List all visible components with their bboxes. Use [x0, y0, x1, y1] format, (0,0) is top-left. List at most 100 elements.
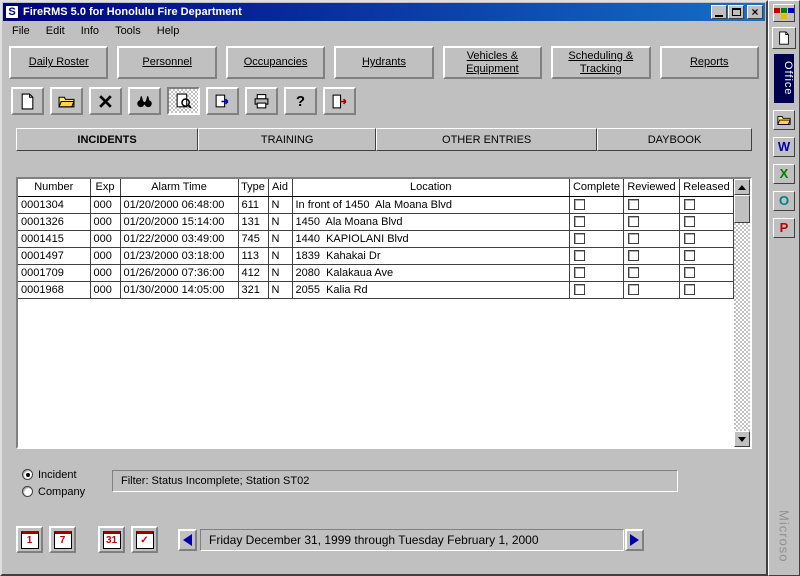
- header-location[interactable]: Location: [292, 179, 570, 196]
- table-row[interactable]: 000130400001/20/2000 06:48:00611NIn fron…: [18, 196, 734, 213]
- scroll-up-button[interactable]: [734, 179, 750, 195]
- cell-number: 0001304: [18, 196, 90, 213]
- tab-daybook[interactable]: DAYBOOK: [597, 128, 752, 151]
- complete-checkbox[interactable]: [574, 233, 585, 244]
- scheduling-tracking-button[interactable]: Scheduling & Tracking: [551, 46, 650, 79]
- office-bar-title[interactable]: Office: [774, 54, 794, 103]
- print-preview-button[interactable]: [167, 87, 200, 115]
- exit-button[interactable]: [323, 87, 356, 115]
- complete-checkbox[interactable]: [574, 216, 585, 227]
- cell-complete: [570, 281, 624, 298]
- menu-item-help[interactable]: Help: [149, 23, 188, 39]
- occupancies-button[interactable]: Occupancies: [226, 46, 325, 79]
- daily-roster-button[interactable]: Daily Roster: [9, 46, 108, 79]
- reviewed-checkbox[interactable]: [628, 216, 639, 227]
- day-view-button[interactable]: 1: [16, 526, 43, 553]
- week-view-icon: 7: [54, 531, 72, 549]
- custom-range-button[interactable]: ✓: [131, 526, 158, 553]
- tab-incidents[interactable]: INCIDENTS: [16, 128, 198, 151]
- released-checkbox[interactable]: [684, 216, 695, 227]
- released-checkbox[interactable]: [684, 233, 695, 244]
- reviewed-checkbox[interactable]: [628, 284, 639, 295]
- tab-strip: INCIDENTS TRAINING OTHER ENTRIES DAYBOOK: [16, 128, 752, 151]
- close-button[interactable]: ×: [747, 5, 763, 19]
- office-logo-icon[interactable]: [773, 4, 795, 22]
- table-row[interactable]: 000132600001/20/2000 15:14:00131N1450 Al…: [18, 213, 734, 230]
- header-released[interactable]: Released: [680, 179, 734, 196]
- header-complete[interactable]: Complete: [570, 179, 624, 196]
- cell-aid: N: [268, 230, 292, 247]
- right-arrow-icon: [630, 534, 639, 546]
- radio-company[interactable]: Company: [22, 483, 112, 500]
- table-row[interactable]: 000149700001/23/2000 03:18:00113N1839 Ka…: [18, 247, 734, 264]
- month-view-button[interactable]: 31: [98, 526, 125, 553]
- table-row[interactable]: 000196800001/30/2000 14:05:00321N2055 Ka…: [18, 281, 734, 298]
- released-checkbox[interactable]: [684, 250, 695, 261]
- company-radio-icon[interactable]: [22, 486, 33, 497]
- menu-item-info[interactable]: Info: [73, 23, 107, 39]
- table-row[interactable]: 000141500001/22/2000 03:49:00745N1440 KA…: [18, 230, 734, 247]
- open-button[interactable]: [50, 87, 83, 115]
- previous-period-button[interactable]: [178, 529, 197, 551]
- personnel-button[interactable]: Personnel: [117, 46, 216, 79]
- complete-checkbox[interactable]: [574, 284, 585, 295]
- new-document-icon: [19, 93, 36, 110]
- help-button[interactable]: ?: [284, 87, 317, 115]
- screen: S FireRMS 5.0 for Honolulu Fire Departme…: [0, 0, 800, 576]
- scroll-down-icon: [738, 437, 746, 446]
- released-checkbox[interactable]: [684, 267, 695, 278]
- excel-icon[interactable]: X: [773, 164, 795, 184]
- word-icon[interactable]: W: [773, 137, 795, 157]
- header-alarm-time[interactable]: Alarm Time: [120, 179, 238, 196]
- print-preview-icon: [175, 93, 192, 110]
- cell-reviewed: [624, 230, 680, 247]
- complete-checkbox[interactable]: [574, 199, 585, 210]
- reviewed-checkbox[interactable]: [628, 250, 639, 261]
- radio-incident[interactable]: Incident: [22, 466, 112, 483]
- date-range-text: Friday December 31, 1999 through Tuesday…: [209, 533, 539, 547]
- hydrants-button[interactable]: Hydrants: [334, 46, 433, 79]
- vertical-scrollbar[interactable]: [734, 179, 750, 447]
- menu-item-edit[interactable]: Edit: [38, 23, 73, 39]
- tab-training[interactable]: TRAINING: [198, 128, 376, 151]
- outlook-icon[interactable]: O: [773, 191, 795, 211]
- app-window: S FireRMS 5.0 for Honolulu Fire Departme…: [0, 0, 768, 576]
- header-type[interactable]: Type: [238, 179, 268, 196]
- table-row[interactable]: 000170900001/26/2000 07:36:00412N2080 Ka…: [18, 264, 734, 281]
- scroll-down-button[interactable]: [734, 431, 750, 447]
- header-number[interactable]: Number: [18, 179, 90, 196]
- delete-icon: [97, 93, 114, 110]
- tab-other-entries[interactable]: OTHER ENTRIES: [376, 128, 597, 151]
- next-period-button[interactable]: [625, 529, 644, 551]
- new-button[interactable]: [11, 87, 44, 115]
- week-view-button[interactable]: 7: [49, 526, 76, 553]
- cell-location: 1839 Kahakai Dr: [292, 247, 570, 264]
- released-checkbox[interactable]: [684, 284, 695, 295]
- complete-checkbox[interactable]: [574, 267, 585, 278]
- office-new-document-button[interactable]: [772, 27, 796, 49]
- minimize-button[interactable]: [711, 5, 727, 19]
- cell-reviewed: [624, 281, 680, 298]
- maximize-button[interactable]: [728, 5, 744, 19]
- header-reviewed[interactable]: Reviewed: [624, 179, 680, 196]
- menu-item-file[interactable]: File: [4, 23, 38, 39]
- vehicles-equipment-button[interactable]: Vehicles & Equipment: [443, 46, 542, 79]
- header-exp[interactable]: Exp: [90, 179, 120, 196]
- powerpoint-icon[interactable]: P: [773, 218, 795, 238]
- office-open-document-button[interactable]: [773, 110, 795, 130]
- scroll-thumb[interactable]: [734, 195, 750, 223]
- delete-button[interactable]: [89, 87, 122, 115]
- print-button[interactable]: [245, 87, 278, 115]
- find-button[interactable]: [128, 87, 161, 115]
- menu-item-tools[interactable]: Tools: [107, 23, 149, 39]
- reviewed-checkbox[interactable]: [628, 199, 639, 210]
- transfer-button[interactable]: [206, 87, 239, 115]
- header-aid[interactable]: Aid: [268, 179, 292, 196]
- reviewed-checkbox[interactable]: [628, 233, 639, 244]
- reviewed-checkbox[interactable]: [628, 267, 639, 278]
- complete-checkbox[interactable]: [574, 250, 585, 261]
- incident-radio-icon[interactable]: [22, 469, 33, 480]
- released-checkbox[interactable]: [684, 199, 695, 210]
- cell-exp: 000: [90, 230, 120, 247]
- reports-button[interactable]: Reports: [660, 46, 759, 79]
